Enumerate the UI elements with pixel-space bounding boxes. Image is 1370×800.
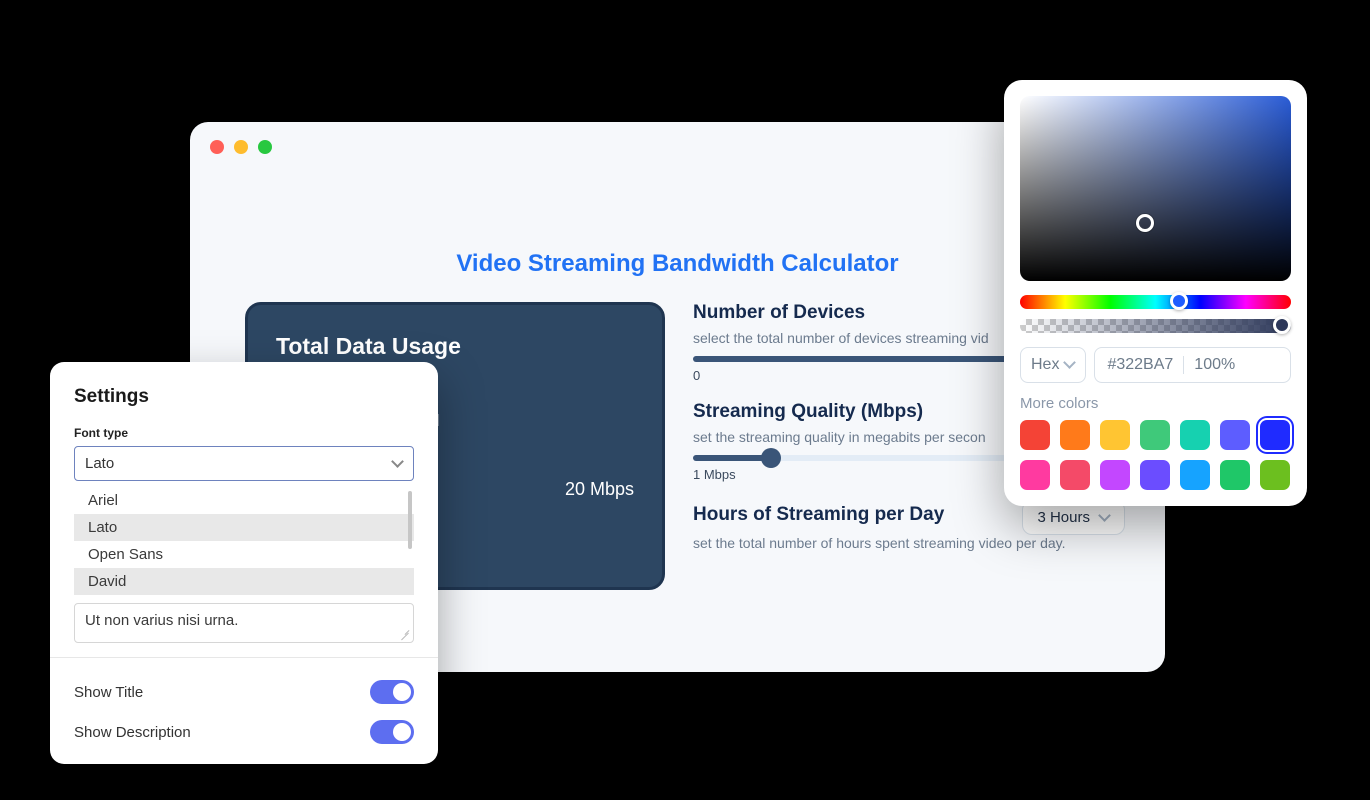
more-colors-label: More colors xyxy=(1020,395,1291,412)
hours-help: set the total number of hours spent stre… xyxy=(693,535,1125,551)
font-option-opensans[interactable]: Open Sans xyxy=(74,541,414,568)
resize-handle-icon[interactable] xyxy=(400,630,410,640)
font-option-lato[interactable]: Lato xyxy=(74,514,414,541)
color-gradient[interactable] xyxy=(1020,96,1291,281)
color-picker-panel: Hex #322BA7 100% More colors xyxy=(1004,80,1307,506)
color-swatch[interactable] xyxy=(1180,420,1210,450)
color-swatch[interactable] xyxy=(1100,420,1130,450)
description-textarea[interactable]: Ut non varius nisi urna. xyxy=(74,603,414,643)
chevron-down-icon xyxy=(1100,513,1110,523)
color-swatch[interactable] xyxy=(1140,420,1170,450)
hours-heading: Hours of Streaming per Day xyxy=(693,504,944,526)
font-dropdown: Ariel Lato Open Sans David xyxy=(74,487,414,595)
maximize-icon[interactable] xyxy=(258,140,272,154)
font-option-ariel[interactable]: Ariel xyxy=(74,487,414,514)
separator xyxy=(1183,356,1184,374)
color-swatch[interactable] xyxy=(1020,460,1050,490)
font-selected: Lato xyxy=(85,455,114,472)
color-swatch[interactable] xyxy=(1060,460,1090,490)
show-description-label: Show Description xyxy=(74,724,191,741)
total-card-heading: Total Data Usage xyxy=(276,333,634,360)
show-title-toggle[interactable] xyxy=(370,680,414,704)
alpha-thumb[interactable] xyxy=(1273,316,1291,334)
font-type-label: Font type xyxy=(74,426,414,440)
color-swatch[interactable] xyxy=(1180,460,1210,490)
font-option-david[interactable]: David xyxy=(74,568,414,595)
hue-slider[interactable] xyxy=(1020,295,1291,309)
hue-thumb[interactable] xyxy=(1170,292,1188,310)
textarea-text: Ut non varius nisi urna. xyxy=(85,612,238,629)
alpha-slider[interactable] xyxy=(1020,319,1291,333)
scrollbar[interactable] xyxy=(408,491,412,549)
color-swatch[interactable] xyxy=(1220,460,1250,490)
color-swatches xyxy=(1020,420,1291,490)
color-format-value: Hex xyxy=(1031,356,1059,374)
color-swatch[interactable] xyxy=(1220,420,1250,450)
color-swatch[interactable] xyxy=(1140,460,1170,490)
hours-selected: 3 Hours xyxy=(1037,509,1090,526)
color-format-select[interactable]: Hex xyxy=(1020,347,1086,383)
bandwidth-required-value: 20 Mbps xyxy=(565,479,634,500)
color-swatch[interactable] xyxy=(1100,460,1130,490)
hex-value: #322BA7 xyxy=(1107,356,1173,374)
font-type-select[interactable]: Lato xyxy=(74,446,414,481)
minimize-icon[interactable] xyxy=(234,140,248,154)
hours-field: Hours of Streaming per Day 3 Hours set t… xyxy=(693,500,1125,561)
color-swatch[interactable] xyxy=(1260,460,1290,490)
show-description-toggle[interactable] xyxy=(370,720,414,744)
window-controls xyxy=(210,140,272,154)
opacity-value: 100% xyxy=(1194,356,1235,374)
chevron-down-icon xyxy=(1065,360,1075,370)
color-swatch[interactable] xyxy=(1060,420,1090,450)
settings-title: Settings xyxy=(74,386,414,408)
show-title-label: Show Title xyxy=(74,684,143,701)
divider xyxy=(50,657,438,658)
chevron-down-icon xyxy=(393,459,403,469)
settings-panel: Settings Font type Lato Ariel Lato Open … xyxy=(50,362,438,764)
close-icon[interactable] xyxy=(210,140,224,154)
gradient-cursor-icon[interactable] xyxy=(1136,214,1154,232)
color-swatch[interactable] xyxy=(1260,420,1290,450)
hex-input[interactable]: #322BA7 100% xyxy=(1094,347,1291,383)
color-swatch[interactable] xyxy=(1020,420,1050,450)
